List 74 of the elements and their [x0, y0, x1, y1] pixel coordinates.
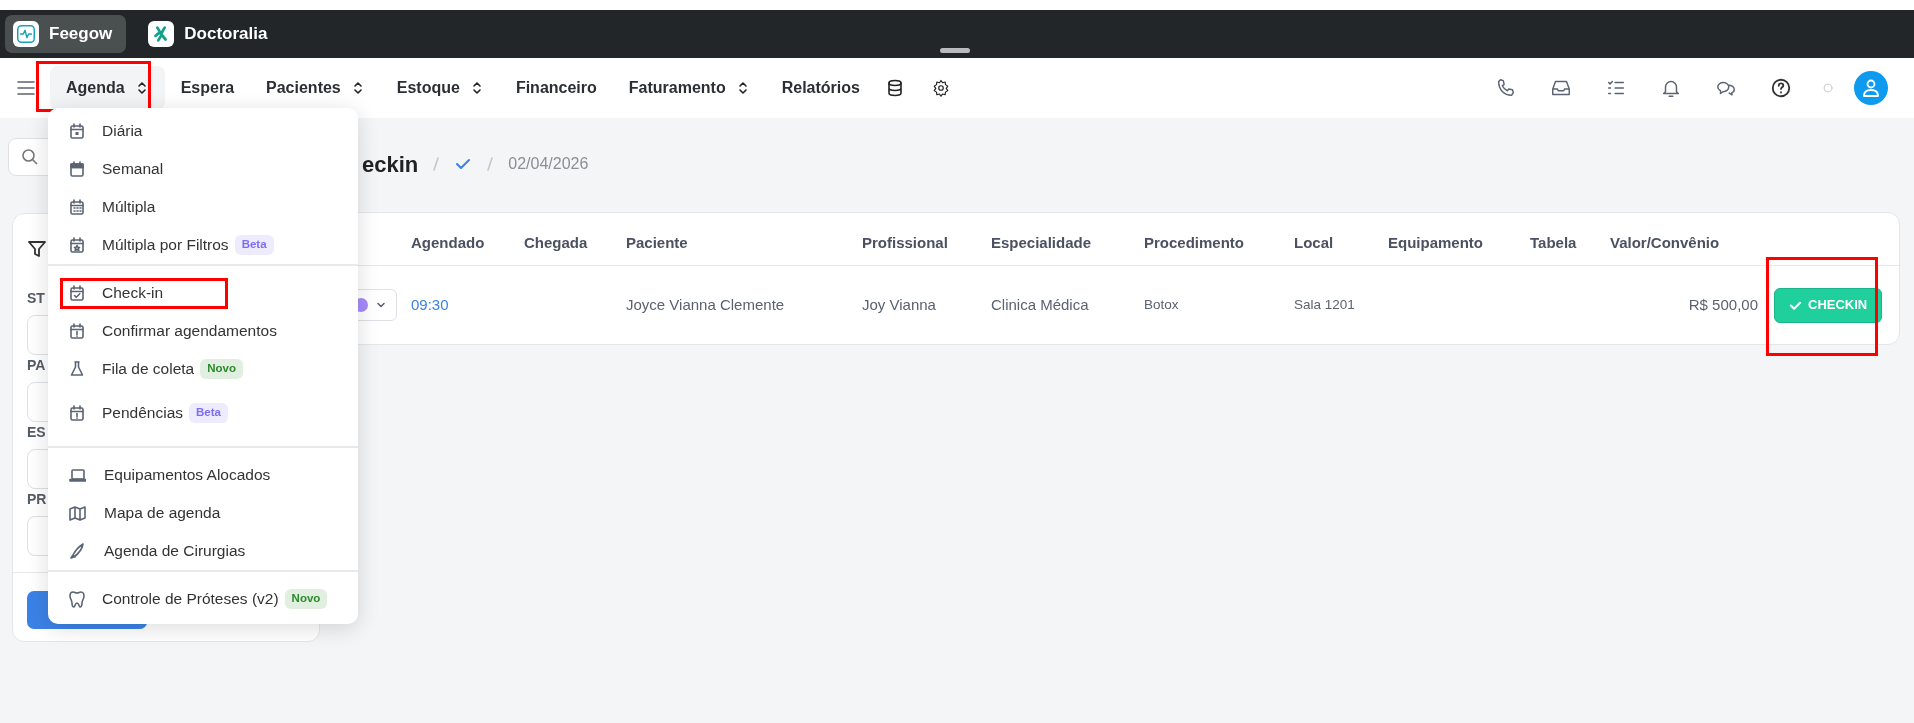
breadcrumb-separator-icon [486, 156, 495, 172]
menu-item[interactable]: Check-in [48, 274, 358, 312]
menu-icon[interactable] [16, 78, 36, 98]
table-cell-text: Botox [1144, 295, 1180, 314]
calendar-alert-icon [68, 404, 86, 422]
database-icon[interactable] [885, 79, 904, 97]
search-icon [21, 148, 39, 166]
menu-item[interactable]: Agenda de Cirurgias [48, 532, 358, 570]
app-tab[interactable]: Doctoralia [140, 15, 282, 53]
table-cell-text: Clinica Médica [991, 294, 1090, 315]
column-header: Agendado [411, 232, 486, 253]
calendar-check-icon [68, 284, 86, 302]
column-header: Equipamento [1388, 232, 1484, 253]
app-tab[interactable]: Feegow [5, 15, 127, 53]
chevron-down-icon [376, 300, 386, 310]
calendar-alert-icon [68, 322, 86, 340]
field-label: ES [27, 423, 47, 442]
table-cell-text: Sala 1201 [1294, 295, 1356, 314]
nav-item[interactable]: Estoque [380, 66, 500, 110]
menu-item[interactable]: Múltipla [48, 188, 358, 226]
column-header: Local [1294, 232, 1335, 253]
laptop-icon [68, 466, 86, 484]
menu-item[interactable]: Confirmar agendamentos [48, 312, 358, 350]
field-label: ST [27, 289, 46, 308]
tag: Novo [200, 359, 243, 379]
field-label: PA [27, 356, 47, 375]
settings-icon[interactable] [931, 79, 950, 97]
menu-item[interactable]: Múltipla por Filtros Beta [102, 233, 274, 257]
column-header: Chegada [524, 232, 589, 253]
menu-item[interactable]: Pendências Beta [102, 401, 228, 425]
menu-item[interactable]: Controle de Próteses (v2) Novo [102, 587, 328, 611]
tag: Novo [284, 589, 328, 609]
nav-item[interactable]: Financeiro [499, 66, 613, 110]
tooth-icon [68, 590, 86, 608]
tag: Beta [189, 403, 228, 423]
column-header: Tabela [1530, 232, 1578, 253]
nav-item[interactable]: Agenda [50, 66, 165, 110]
table-cell-text: Joyce Vianna Clemente [626, 294, 786, 315]
menu-item[interactable]: Mapa de agenda [48, 494, 358, 532]
nav-item[interactable]: Faturamento [612, 66, 766, 110]
menu-item[interactable]: Equipamentos Alocados [48, 456, 358, 494]
field-label: PR [27, 490, 48, 509]
calendar-star-icon [68, 236, 86, 254]
status-dot-icon [1823, 83, 1833, 93]
pen-icon [68, 542, 86, 560]
pulse-logo-icon [15, 23, 37, 45]
column-header: Especialidade [991, 232, 1093, 253]
column-header: Procedimento [1144, 232, 1246, 253]
table-cell-text: R$ 500,00 [1687, 294, 1759, 315]
menu-item[interactable]: Diária [48, 112, 358, 150]
filter-icon [27, 238, 47, 259]
help-icon[interactable] [1770, 77, 1792, 99]
calendar-icon [68, 160, 86, 178]
nav-item[interactable]: Espera [164, 66, 251, 110]
time-link[interactable]: 09:30 [411, 293, 524, 317]
map-icon [68, 504, 86, 522]
phone-icon[interactable] [1495, 77, 1517, 99]
column-header: Valor/Convênio [1610, 232, 1721, 253]
column-header: Profissional [862, 232, 949, 253]
breadcrumb-separator-icon [432, 156, 441, 172]
menu-item[interactable]: Fila de coleta Novo [102, 357, 243, 381]
table-cell-text: Joy Vianna [862, 294, 937, 315]
column-header: Paciente [626, 232, 689, 253]
menu-item[interactable]: Semanal [48, 150, 358, 188]
calendar-grid-icon [68, 198, 86, 216]
breadcrumb-date: 02/04/2026 [508, 154, 589, 174]
page-title: eckin [362, 150, 419, 179]
nav-item[interactable]: Relatórios [765, 66, 876, 110]
drag-handle[interactable] [940, 48, 970, 53]
user-avatar[interactable] [1854, 71, 1888, 105]
user-icon [1861, 78, 1881, 98]
nav-item[interactable]: Pacientes [250, 66, 381, 110]
tag: Beta [234, 235, 274, 255]
flask-icon [68, 360, 86, 378]
